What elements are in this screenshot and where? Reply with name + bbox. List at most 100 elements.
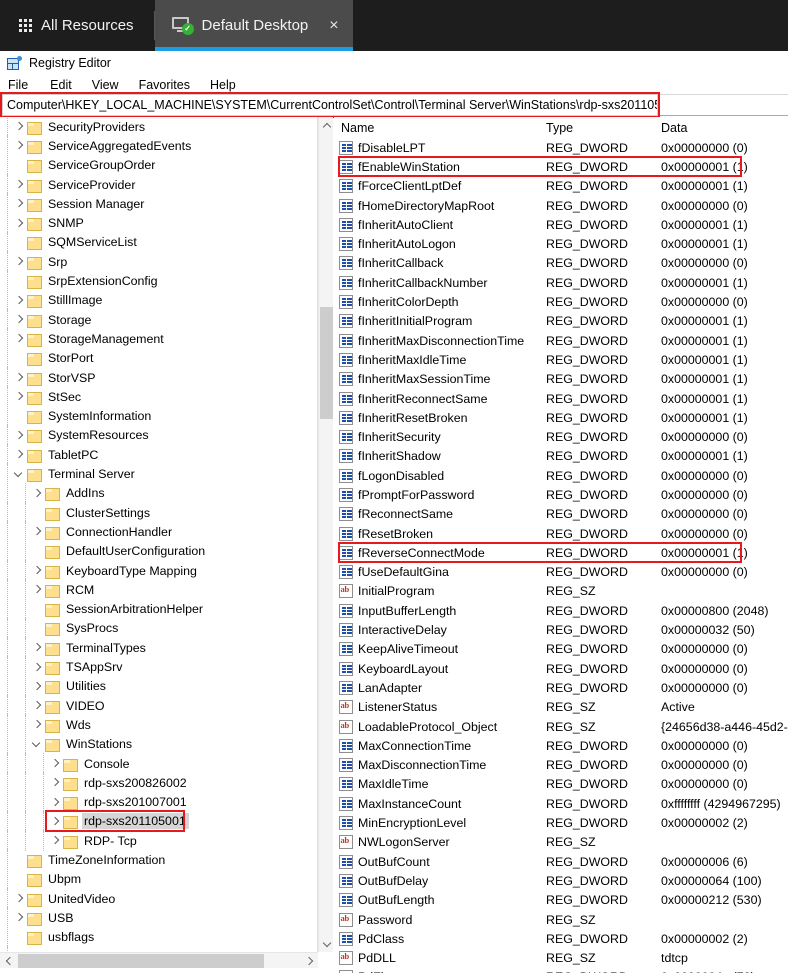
- table-row[interactable]: fInheritSecurity REG_DWORD 0x00000000 (0): [334, 427, 788, 446]
- tree-item-snmp[interactable]: SNMP: [0, 212, 317, 234]
- tree-hscroll-thumb[interactable]: [18, 954, 264, 968]
- chevron-down-icon[interactable]: [12, 464, 27, 483]
- table-row[interactable]: fInheritColorDepth REG_DWORD 0x00000000 (0…: [334, 292, 788, 311]
- table-row[interactable]: fInheritCallbackNumber REG_DWORD 0x0000000…: [334, 273, 788, 292]
- tree-item-serviceaggregatedevents[interactable]: ServiceAggregatedEvents: [0, 135, 317, 157]
- tree-item-rdp-tcp[interactable]: RDP- Tcp: [0, 830, 317, 852]
- chevron-right-icon[interactable]: [12, 908, 27, 927]
- chevron-right-icon[interactable]: [30, 696, 45, 715]
- column-header-name[interactable]: Name: [334, 121, 539, 135]
- table-row[interactable]: fInheritMaxSessionTime REG_DWORD 0x0000000…: [334, 370, 788, 389]
- tree-vertical-scrollbar[interactable]: [318, 117, 333, 952]
- table-row[interactable]: fResetBroken REG_DWORD 0x00000000 (0): [334, 524, 788, 543]
- tree-item-sessionarbitrationhelper[interactable]: SessionArbitrationHelper: [0, 598, 317, 620]
- table-row[interactable]: NWLogonServer REG_SZ: [334, 833, 788, 852]
- table-row[interactable]: LoadableProtocol_Object REG_SZ {24656d38-a…: [334, 717, 788, 736]
- tree-item-terminal-server[interactable]: Terminal Server: [0, 463, 317, 485]
- tree-item-serviceprovider[interactable]: ServiceProvider: [0, 173, 317, 195]
- table-row[interactable]: fDisableLPT REG_DWORD 0x00000000 (0): [334, 138, 788, 157]
- table-row[interactable]: PdFlagREG_DWORD0x0000004e (78): [334, 968, 788, 973]
- tree-item-stillimage[interactable]: StillImage: [0, 289, 317, 311]
- chevron-right-icon[interactable]: [12, 445, 27, 464]
- column-header-type[interactable]: Type: [539, 121, 654, 135]
- menu-item-help[interactable]: Help: [210, 78, 236, 92]
- tree-item-clustersettings[interactable]: ClusterSettings: [0, 502, 317, 523]
- tab-default-desktop[interactable]: ✓ Default Desktop ×: [154, 0, 353, 51]
- chevron-right-icon[interactable]: [12, 329, 27, 348]
- table-row[interactable]: fInheritShadow REG_DWORD 0x00000001 (1): [334, 447, 788, 466]
- table-row[interactable]: fForceClientLptDef REG_DWORD 0x00000001 (1…: [334, 177, 788, 196]
- chevron-right-icon[interactable]: [12, 214, 27, 233]
- chevron-right-icon[interactable]: [30, 580, 45, 599]
- chevron-right-icon[interactable]: [12, 136, 27, 155]
- menu-item-edit[interactable]: Edit: [50, 78, 72, 92]
- table-row[interactable]: ListenerStatus REG_SZ Active: [334, 698, 788, 717]
- table-row[interactable]: fReverseConnectMode REG_DWORD 0x00000001 (…: [334, 543, 788, 562]
- chevron-right-icon[interactable]: [12, 889, 27, 908]
- table-row[interactable]: fInheritAutoLogon REG_DWORD 0x00000001 (1): [334, 234, 788, 253]
- tree-item-storage[interactable]: Storage: [0, 309, 317, 330]
- tree-item-srpextensionconfig[interactable]: SrpExtensionConfig: [0, 270, 317, 292]
- table-row[interactable]: PdDLL REG_SZ tdtcp: [334, 948, 788, 967]
- table-row[interactable]: OutBufDelay REG_DWORD 0x00000064 (100): [334, 871, 788, 890]
- chevron-down-icon[interactable]: [30, 735, 45, 754]
- tree-item-usb[interactable]: USB: [0, 907, 317, 929]
- table-row[interactable]: KeyboardLayout REG_DWORD 0x00000000 (0): [334, 659, 788, 678]
- tree-scroll-left-icon[interactable]: [0, 953, 16, 969]
- registry-tree-pane[interactable]: SecurityProviders ServiceAggregatedEvents…: [0, 117, 318, 952]
- chevron-right-icon[interactable]: [12, 291, 27, 310]
- chevron-right-icon[interactable]: [12, 387, 27, 406]
- table-row[interactable]: fInheritAutoClient REG_DWORD 0x00000001 (1…: [334, 215, 788, 234]
- table-row[interactable]: MaxDisconnectionTime REG_DWORD 0x00000000 …: [334, 756, 788, 775]
- table-row[interactable]: MaxIdleTime REG_DWORD 0x00000000 (0): [334, 775, 788, 794]
- chevron-right-icon[interactable]: [12, 426, 27, 445]
- chevron-right-icon[interactable]: [30, 715, 45, 734]
- chevron-right-icon[interactable]: [30, 522, 45, 541]
- tree-item-console[interactable]: Console: [0, 752, 317, 774]
- table-row[interactable]: fInheritResetBroken REG_DWORD 0x00000001 (…: [334, 408, 788, 427]
- tree-item-defaultuserconfiguration[interactable]: DefaultUserConfiguration: [0, 540, 317, 562]
- chevron-right-icon[interactable]: [12, 310, 27, 329]
- tree-item-storport[interactable]: StorPort: [0, 347, 317, 369]
- tree-item-sysprocs[interactable]: SysProcs: [0, 617, 317, 639]
- tree-item-keyboardtype-mapping[interactable]: KeyboardType Mapping: [0, 559, 317, 581]
- tree-item-systemresources[interactable]: SystemResources: [0, 424, 317, 446]
- tree-item-winstations[interactable]: WinStations: [0, 733, 317, 755]
- tree-item-unitedvideo[interactable]: UnitedVideo: [0, 888, 317, 909]
- tree-item-session-manager[interactable]: Session Manager: [0, 193, 317, 215]
- tree-scroll-down-icon[interactable]: [319, 936, 334, 952]
- table-row[interactable]: fInheritCallback REG_DWORD 0x00000000 (0): [334, 254, 788, 273]
- tree-item-storvsp[interactable]: StorVSP: [0, 366, 317, 388]
- tree-item-storagemanagement[interactable]: StorageManagement: [0, 328, 317, 350]
- tree-item-systeminformation[interactable]: SystemInformation: [0, 405, 317, 427]
- chevron-right-icon[interactable]: [48, 754, 63, 773]
- table-row[interactable]: KeepAliveTimeout REG_DWORD 0x00000000 (0): [334, 640, 788, 659]
- chevron-right-icon[interactable]: [30, 677, 45, 696]
- table-row[interactable]: fInheritInitialProgram REG_DWORD 0x0000000…: [334, 312, 788, 331]
- chevron-right-icon[interactable]: [48, 793, 63, 812]
- tree-item-rcm[interactable]: RCM: [0, 579, 317, 601]
- tree-item-wds[interactable]: Wds: [0, 714, 317, 736]
- table-row[interactable]: InitialProgram REG_SZ: [334, 582, 788, 601]
- menu-item-favorites[interactable]: Favorites: [139, 78, 190, 92]
- table-row[interactable]: fPromptForPassword REG_DWORD 0x00000000 (0…: [334, 485, 788, 504]
- tree-item-utilities[interactable]: Utilities: [0, 675, 317, 697]
- table-row[interactable]: LanAdapter REG_DWORD 0x00000000 (0): [334, 678, 788, 697]
- tree-item-addins[interactable]: AddIns: [0, 482, 317, 504]
- chevron-right-icon[interactable]: [48, 831, 63, 850]
- column-header-data[interactable]: Data: [654, 121, 788, 135]
- menu-item-view[interactable]: View: [92, 78, 119, 92]
- tree-scroll-up-icon[interactable]: [319, 117, 334, 133]
- tree-item-terminaltypes[interactable]: TerminalTypes: [0, 637, 317, 659]
- table-row[interactable]: OutBufLength REG_DWORD 0x00000212 (530): [334, 891, 788, 910]
- address-input[interactable]: Computer\HKEY_LOCAL_MACHINE\SYSTEM\Curre…: [2, 94, 658, 116]
- menu-item-file[interactable]: File: [8, 78, 28, 92]
- tree-item-ubpm[interactable]: Ubpm: [0, 868, 317, 890]
- registry-values-pane[interactable]: Name Type Data fDisableLPT REG_DWORD 0x000…: [334, 117, 788, 973]
- tree-item-connectionhandler[interactable]: ConnectionHandler: [0, 521, 317, 543]
- table-row[interactable]: fEnableWinStation REG_DWORD 0x00000001 (1): [334, 157, 788, 176]
- tree-horizontal-scrollbar[interactable]: [0, 952, 318, 968]
- tree-scroll-thumb[interactable]: [320, 307, 333, 419]
- chevron-right-icon[interactable]: [48, 812, 63, 831]
- tree-item-securityproviders[interactable]: SecurityProviders: [0, 117, 317, 137]
